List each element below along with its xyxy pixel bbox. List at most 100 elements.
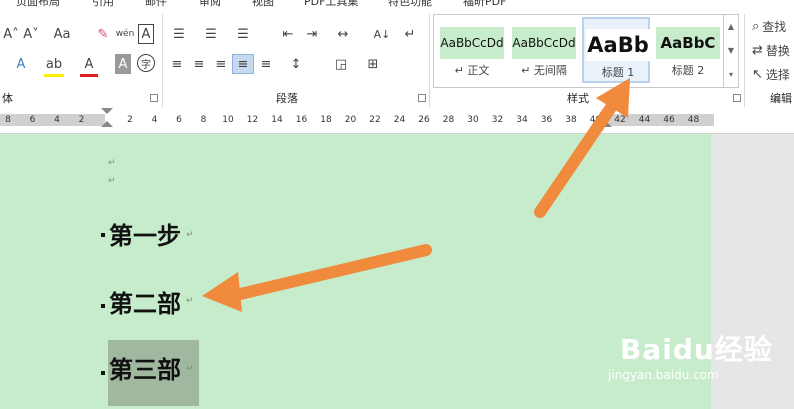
sort-button[interactable]: A↓ bbox=[372, 24, 392, 44]
separator bbox=[162, 14, 163, 108]
separator bbox=[744, 14, 745, 108]
style-name: 标题 2 bbox=[671, 64, 705, 77]
baidu-logo: Baidu经验 bbox=[620, 333, 773, 366]
borders-button[interactable]: ⊞ bbox=[362, 54, 384, 74]
ruler-tick-label: 30 bbox=[467, 115, 479, 125]
tab-references[interactable]: 引用 bbox=[92, 0, 114, 9]
tab-page-layout[interactable]: 页面布局 bbox=[16, 0, 60, 9]
first-line-indent-marker[interactable] bbox=[101, 108, 113, 114]
clear-formatting-button[interactable]: ✎ bbox=[94, 24, 112, 44]
change-case-button[interactable]: Aa bbox=[50, 24, 74, 44]
ruler-tick-label: 24 bbox=[393, 115, 406, 125]
heading-step-3[interactable]: 第三部 bbox=[109, 350, 181, 385]
ruler-tick-label: 26 bbox=[418, 115, 430, 125]
paragraph-group-label: 段落 bbox=[276, 92, 298, 105]
replace-icon: ⇄ bbox=[752, 42, 763, 58]
justify-button[interactable]: ≡ bbox=[232, 54, 254, 74]
text-effects-button[interactable]: A bbox=[12, 54, 30, 74]
ruler-tick-label: 16 bbox=[295, 115, 308, 125]
center-button[interactable]: ≡ bbox=[189, 54, 209, 74]
ruler-tick-label: 6 bbox=[176, 115, 182, 125]
tab-foxit-pdf[interactable]: 福昕PDF bbox=[463, 0, 506, 9]
character-shading-button[interactable]: A bbox=[115, 54, 131, 74]
find-button[interactable]: ⌕ 查找 bbox=[752, 16, 794, 36]
line-spacing-button[interactable]: ↕ bbox=[285, 54, 307, 74]
ruler-tick-label: 6 bbox=[29, 115, 36, 125]
style-preview: AaBbCcDd bbox=[512, 27, 576, 59]
style-name: ↵ 正文 bbox=[454, 64, 490, 77]
style-heading-1[interactable]: AaBb 标题 1 bbox=[582, 17, 650, 83]
ruler-tick-label: 2 bbox=[127, 115, 133, 125]
character-border-button[interactable]: A bbox=[138, 24, 154, 44]
shading-button[interactable]: ◲ bbox=[330, 54, 352, 74]
grow-font-button[interactable]: A˄ bbox=[2, 24, 20, 44]
tab-mailings[interactable]: 邮件 bbox=[145, 0, 167, 9]
gallery-down-icon[interactable]: ▼ bbox=[724, 39, 738, 63]
heading-bullet bbox=[101, 233, 105, 237]
ruler-tick-label: 2 bbox=[78, 115, 85, 125]
style-name: ↵ 无间隔 bbox=[521, 64, 567, 77]
phonetic-guide-button[interactable]: wén bbox=[115, 24, 135, 44]
bullets-button[interactable]: ☰ bbox=[168, 24, 190, 44]
heading-bullet bbox=[101, 304, 105, 308]
style-preview: AaBbCcDd bbox=[440, 27, 504, 59]
ruler-tick-label: 36 bbox=[540, 115, 553, 125]
paragraph-dialog-launcher[interactable] bbox=[418, 94, 426, 102]
align-right-button[interactable]: ≡ bbox=[211, 54, 231, 74]
ribbon-tab-bar: 页面布局 引用 邮件 审阅 视图 PDF工具集 特色功能 福昕PDF bbox=[0, 0, 794, 10]
gallery-scroller: ▲ ▼ ▾ bbox=[723, 15, 738, 87]
font-color-button[interactable]: A bbox=[80, 54, 98, 77]
increase-indent-button[interactable]: ⇥ bbox=[302, 24, 322, 44]
ruler-tick-label: 14 bbox=[271, 115, 283, 125]
style-name: 标题 1 bbox=[601, 66, 635, 79]
multilevel-list-button[interactable]: ☰ bbox=[232, 24, 254, 44]
style-heading-2[interactable]: AaBbC 标题 2 bbox=[654, 17, 722, 83]
heading-step-2[interactable]: 第二部 bbox=[109, 284, 181, 319]
distributed-button[interactable]: ≡ bbox=[256, 54, 276, 74]
ribbon: A˄ A˅ Aa ✎ wén A A ab A A 字 体 ☰ ☰ ☰ ⇤ ⇥ … bbox=[0, 10, 794, 108]
gallery-more-icon[interactable]: ▾ bbox=[724, 63, 738, 87]
align-left-button[interactable]: ≡ bbox=[167, 54, 187, 74]
tab-view[interactable]: 视图 bbox=[252, 0, 274, 9]
styles-group-label: 样式 bbox=[567, 92, 589, 105]
hanging-indent-marker[interactable] bbox=[101, 121, 113, 127]
find-label: 查找 bbox=[762, 19, 787, 34]
ruler-tick-label: 38 bbox=[565, 115, 577, 125]
enclose-characters-button[interactable]: 字 bbox=[137, 54, 155, 72]
ruler-tick-label: 28 bbox=[442, 115, 455, 125]
ruler-tick-label: 46 bbox=[663, 115, 675, 125]
ruler-tick-label: 4 bbox=[151, 115, 158, 125]
style-normal[interactable]: AaBbCcDd ↵ 正文 bbox=[438, 17, 506, 83]
styles-dialog-launcher[interactable] bbox=[733, 94, 741, 102]
numbering-button[interactable]: ☰ bbox=[200, 24, 222, 44]
ruler-tick-label: 10 bbox=[222, 115, 234, 125]
highlight-color-button[interactable]: ab bbox=[44, 54, 64, 77]
gallery-up-icon[interactable]: ▲ bbox=[724, 15, 738, 39]
tab-featured[interactable]: 特色功能 bbox=[388, 0, 432, 9]
paragraph-mark: ↵ bbox=[186, 230, 194, 240]
horizontal-ruler[interactable]: 8 6 4 2 2 4 6 8 10 12 14 16 18 20 22 24 26 28 30 32 34 36 38 40… bbox=[0, 107, 794, 134]
document-page[interactable]: ↵ ↵ 第一步 ↵ 第二部 ↵ 第三部 ↵ Baidu经验 jingyan.ba… bbox=[0, 134, 772, 409]
decrease-indent-button[interactable]: ⇤ bbox=[278, 24, 298, 44]
show-marks-button[interactable]: ↵ bbox=[400, 24, 420, 44]
font-dialog-launcher[interactable] bbox=[150, 94, 158, 102]
font-group-label: 体 bbox=[2, 92, 13, 105]
baidu-watermark: Baidu经验 jingyan.baidu.com bbox=[600, 318, 772, 388]
heading-bullet bbox=[101, 371, 105, 375]
heading-step-1[interactable]: 第一步 bbox=[109, 216, 181, 251]
style-no-spacing[interactable]: AaBbCcDd ↵ 无间隔 bbox=[510, 17, 578, 83]
tab-review[interactable]: 审阅 bbox=[199, 0, 221, 9]
paragraph-mark: ↵ bbox=[186, 364, 194, 374]
baidu-url: jingyan.baidu.com bbox=[608, 368, 719, 382]
right-indent-marker[interactable] bbox=[600, 121, 612, 127]
tab-pdf-tools[interactable]: PDF工具集 bbox=[304, 0, 358, 9]
select-button[interactable]: ↖ 选择 bbox=[752, 64, 794, 84]
binoculars-icon: ⌕ bbox=[752, 18, 760, 34]
ruler-tick-label: 8 bbox=[200, 115, 207, 125]
style-preview: AaBb bbox=[586, 29, 650, 61]
replace-button[interactable]: ⇄ 替换 bbox=[752, 40, 794, 60]
ruler-tick-label: 12 bbox=[246, 115, 259, 125]
chinese-layout-button[interactable]: ↔ bbox=[332, 24, 354, 44]
shrink-font-button[interactable]: A˅ bbox=[22, 24, 40, 44]
ruler-tick-label: 4 bbox=[54, 115, 60, 125]
